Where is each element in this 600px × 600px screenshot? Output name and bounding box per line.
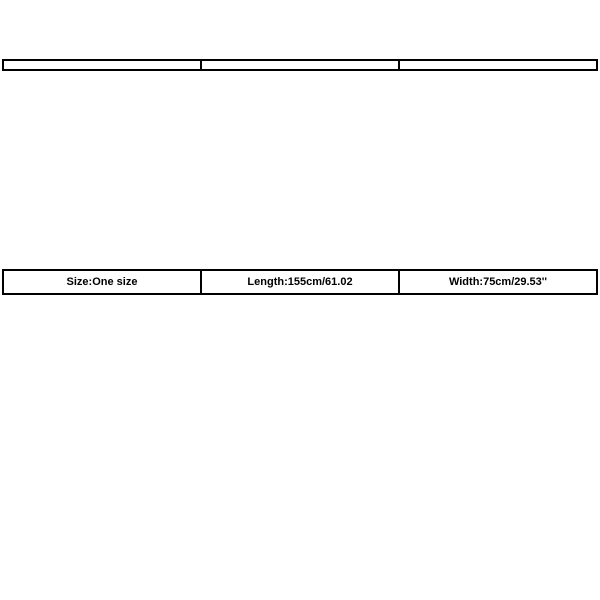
cell-empty-3 [399,60,597,70]
cell-empty-1 [3,60,201,70]
cell-empty-2 [201,60,399,70]
table-row [2,59,598,71]
cell-width: Width:75cm/29.53'' [399,270,597,294]
table-row: Size:One size Length:155cm/61.02 Width:7… [2,269,598,295]
cell-length: Length:155cm/61.02 [201,270,399,294]
size-table-header [2,59,598,71]
size-table: Size:One size Length:155cm/61.02 Width:7… [2,269,598,295]
cell-size: Size:One size [3,270,201,294]
